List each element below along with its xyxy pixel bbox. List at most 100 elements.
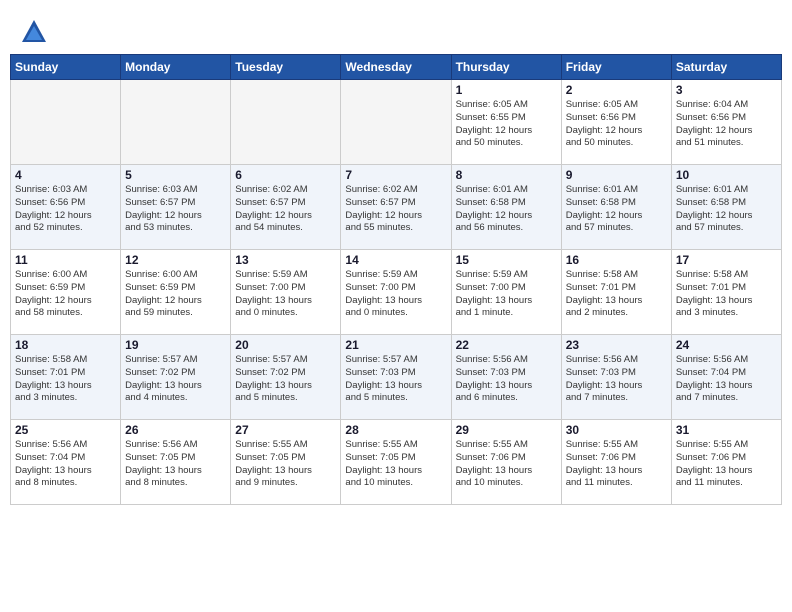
day-info: Sunrise: 6:00 AMSunset: 6:59 PMDaylight:… xyxy=(125,269,226,320)
day-info: Sunrise: 5:56 AMSunset: 7:03 PMDaylight:… xyxy=(456,354,557,405)
calendar-cell: 3 Sunrise: 6:04 AMSunset: 6:56 PMDaylight… xyxy=(671,80,781,165)
day-info: Sunrise: 5:57 AMSunset: 7:03 PMDaylight:… xyxy=(345,354,446,405)
calendar-cell: 29 Sunrise: 5:55 AMSunset: 7:06 PMDayligh… xyxy=(451,420,561,505)
day-info: Sunrise: 6:04 AMSunset: 6:56 PMDaylight:… xyxy=(676,99,777,150)
column-header-sunday: Sunday xyxy=(11,55,121,80)
day-number: 13 xyxy=(235,253,336,267)
day-number: 14 xyxy=(345,253,446,267)
day-number: 15 xyxy=(456,253,557,267)
day-number: 20 xyxy=(235,338,336,352)
day-number: 4 xyxy=(15,168,116,182)
day-info: Sunrise: 5:56 AMSunset: 7:05 PMDaylight:… xyxy=(125,439,226,490)
day-info: Sunrise: 5:59 AMSunset: 7:00 PMDaylight:… xyxy=(456,269,557,320)
day-number: 25 xyxy=(15,423,116,437)
calendar-week-row: 11 Sunrise: 6:00 AMSunset: 6:59 PMDayligh… xyxy=(11,250,782,335)
day-number: 19 xyxy=(125,338,226,352)
day-info: Sunrise: 5:56 AMSunset: 7:03 PMDaylight:… xyxy=(566,354,667,405)
day-number: 24 xyxy=(676,338,777,352)
day-info: Sunrise: 6:01 AMSunset: 6:58 PMDaylight:… xyxy=(676,184,777,235)
calendar-cell: 17Sunrise: 5:58 AMSunset: 7:01 PMDayligh… xyxy=(671,250,781,335)
day-info: Sunrise: 6:03 AMSunset: 6:57 PMDaylight:… xyxy=(125,184,226,235)
page-header xyxy=(10,10,782,50)
day-number: 2 xyxy=(566,83,667,97)
day-info: Sunrise: 5:57 AMSunset: 7:02 PMDaylight:… xyxy=(235,354,336,405)
calendar-cell: 2Sunrise: 6:05 AMSunset: 6:56 PMDaylight… xyxy=(561,80,671,165)
calendar-cell: 24Sunrise: 5:56 AMSunset: 7:04 PMDayligh… xyxy=(671,335,781,420)
calendar-cell: 4 Sunrise: 6:03 AMSunset: 6:56 PMDaylight… xyxy=(11,165,121,250)
calendar-cell: 9 Sunrise: 6:01 AMSunset: 6:58 PMDaylight… xyxy=(561,165,671,250)
day-info: Sunrise: 6:02 AMSunset: 6:57 PMDaylight:… xyxy=(235,184,336,235)
day-number: 16 xyxy=(566,253,667,267)
day-number: 18 xyxy=(15,338,116,352)
day-number: 3 xyxy=(676,83,777,97)
day-number: 26 xyxy=(125,423,226,437)
logo-icon xyxy=(20,18,48,46)
calendar-cell: 26 Sunrise: 5:56 AMSunset: 7:05 PMDayligh… xyxy=(121,420,231,505)
calendar-cell: 20 Sunrise: 5:57 AMSunset: 7:02 PMDayligh… xyxy=(231,335,341,420)
day-info: Sunrise: 5:58 AMSunset: 7:01 PMDaylight:… xyxy=(566,269,667,320)
day-number: 29 xyxy=(456,423,557,437)
calendar-cell: 8Sunrise: 6:01 AMSunset: 6:58 PMDaylight… xyxy=(451,165,561,250)
calendar-cell: 6 Sunrise: 6:02 AMSunset: 6:57 PMDaylight… xyxy=(231,165,341,250)
calendar-cell: 7 Sunrise: 6:02 AMSunset: 6:57 PMDaylight… xyxy=(341,165,451,250)
day-number: 23 xyxy=(566,338,667,352)
day-info: Sunrise: 5:58 AMSunset: 7:01 PMDaylight:… xyxy=(15,354,116,405)
day-info: Sunrise: 5:59 AMSunset: 7:00 PMDaylight:… xyxy=(345,269,446,320)
day-number: 12 xyxy=(125,253,226,267)
calendar-cell: 19Sunrise: 5:57 AMSunset: 7:02 PMDayligh… xyxy=(121,335,231,420)
day-info: Sunrise: 5:59 AMSunset: 7:00 PMDaylight:… xyxy=(235,269,336,320)
day-number: 30 xyxy=(566,423,667,437)
day-number: 22 xyxy=(456,338,557,352)
calendar-header-row: SundayMondayTuesdayWednesdayThursdayFrid… xyxy=(11,55,782,80)
day-number: 6 xyxy=(235,168,336,182)
calendar-cell: 15 Sunrise: 5:59 AMSunset: 7:00 PMDayligh… xyxy=(451,250,561,335)
day-info: Sunrise: 5:55 AMSunset: 7:06 PMDaylight:… xyxy=(566,439,667,490)
calendar-cell: 25Sunrise: 5:56 AMSunset: 7:04 PMDayligh… xyxy=(11,420,121,505)
calendar-cell: 1 Sunrise: 6:05 AMSunset: 6:55 PMDaylight… xyxy=(451,80,561,165)
day-number: 5 xyxy=(125,168,226,182)
day-info: Sunrise: 6:01 AMSunset: 6:58 PMDaylight:… xyxy=(566,184,667,235)
calendar-cell: 21 Sunrise: 5:57 AMSunset: 7:03 PMDayligh… xyxy=(341,335,451,420)
calendar-cell: 13 Sunrise: 5:59 AMSunset: 7:00 PMDayligh… xyxy=(231,250,341,335)
calendar-cell xyxy=(341,80,451,165)
day-number: 10 xyxy=(676,168,777,182)
calendar-cell: 31Sunrise: 5:55 AMSunset: 7:06 PMDayligh… xyxy=(671,420,781,505)
calendar-cell: 5 Sunrise: 6:03 AMSunset: 6:57 PMDaylight… xyxy=(121,165,231,250)
day-number: 7 xyxy=(345,168,446,182)
calendar-cell: 23 Sunrise: 5:56 AMSunset: 7:03 PMDayligh… xyxy=(561,335,671,420)
day-info: Sunrise: 5:55 AMSunset: 7:05 PMDaylight:… xyxy=(345,439,446,490)
day-number: 28 xyxy=(345,423,446,437)
day-info: Sunrise: 5:55 AMSunset: 7:06 PMDaylight:… xyxy=(676,439,777,490)
day-info: Sunrise: 6:01 AMSunset: 6:58 PMDaylight:… xyxy=(456,184,557,235)
calendar-week-row: 18 Sunrise: 5:58 AMSunset: 7:01 PMDayligh… xyxy=(11,335,782,420)
calendar-cell: 12 Sunrise: 6:00 AMSunset: 6:59 PMDayligh… xyxy=(121,250,231,335)
day-info: Sunrise: 5:58 AMSunset: 7:01 PMDaylight:… xyxy=(676,269,777,320)
calendar-week-row: 25Sunrise: 5:56 AMSunset: 7:04 PMDayligh… xyxy=(11,420,782,505)
column-header-monday: Monday xyxy=(121,55,231,80)
calendar-cell: 30 Sunrise: 5:55 AMSunset: 7:06 PMDayligh… xyxy=(561,420,671,505)
day-number: 21 xyxy=(345,338,446,352)
day-number: 9 xyxy=(566,168,667,182)
day-info: Sunrise: 6:05 AMSunset: 6:55 PMDaylight:… xyxy=(456,99,557,150)
day-number: 1 xyxy=(456,83,557,97)
calendar-table: SundayMondayTuesdayWednesdayThursdayFrid… xyxy=(10,54,782,505)
day-number: 11 xyxy=(15,253,116,267)
day-info: Sunrise: 5:55 AMSunset: 7:06 PMDaylight:… xyxy=(456,439,557,490)
calendar-cell: 22 Sunrise: 5:56 AMSunset: 7:03 PMDayligh… xyxy=(451,335,561,420)
calendar-cell: 10 Sunrise: 6:01 AMSunset: 6:58 PMDayligh… xyxy=(671,165,781,250)
column-header-saturday: Saturday xyxy=(671,55,781,80)
column-header-tuesday: Tuesday xyxy=(231,55,341,80)
column-header-wednesday: Wednesday xyxy=(341,55,451,80)
calendar-cell xyxy=(11,80,121,165)
calendar-week-row: 1 Sunrise: 6:05 AMSunset: 6:55 PMDaylight… xyxy=(11,80,782,165)
calendar-cell xyxy=(231,80,341,165)
calendar-cell: 27Sunrise: 5:55 AMSunset: 7:05 PMDayligh… xyxy=(231,420,341,505)
day-info: Sunrise: 6:03 AMSunset: 6:56 PMDaylight:… xyxy=(15,184,116,235)
calendar-cell: 14 Sunrise: 5:59 AMSunset: 7:00 PMDayligh… xyxy=(341,250,451,335)
column-header-friday: Friday xyxy=(561,55,671,80)
day-info: Sunrise: 6:02 AMSunset: 6:57 PMDaylight:… xyxy=(345,184,446,235)
calendar-cell: 18 Sunrise: 5:58 AMSunset: 7:01 PMDayligh… xyxy=(11,335,121,420)
logo xyxy=(20,18,52,46)
day-info: Sunrise: 6:00 AMSunset: 6:59 PMDaylight:… xyxy=(15,269,116,320)
calendar-cell: 28 Sunrise: 5:55 AMSunset: 7:05 PMDayligh… xyxy=(341,420,451,505)
